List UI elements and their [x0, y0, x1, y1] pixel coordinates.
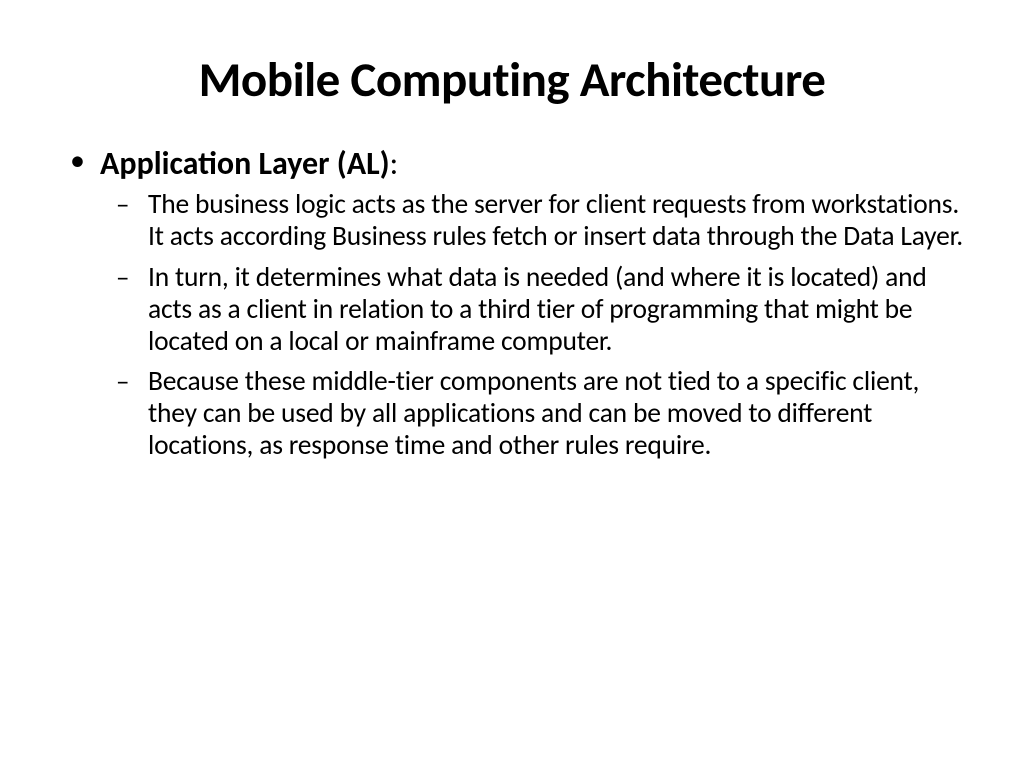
main-list: Application Layer (AL): The business log…: [55, 144, 969, 462]
sub-bullet-item: In turn, it determines what data is need…: [148, 262, 969, 358]
main-bullet-item: Application Layer (AL): The business log…: [100, 144, 969, 462]
sub-bullet-item: Because these middle-tier components are…: [148, 366, 969, 462]
slide-title: Mobile Computing Architecture: [55, 50, 969, 110]
main-bullet-colon: :: [390, 144, 399, 183]
main-bullet-heading: Application Layer (AL): [100, 144, 390, 183]
sub-bullet-item: The business logic acts as the server fo…: [148, 189, 969, 253]
sub-list: The business logic acts as the server fo…: [100, 189, 969, 462]
